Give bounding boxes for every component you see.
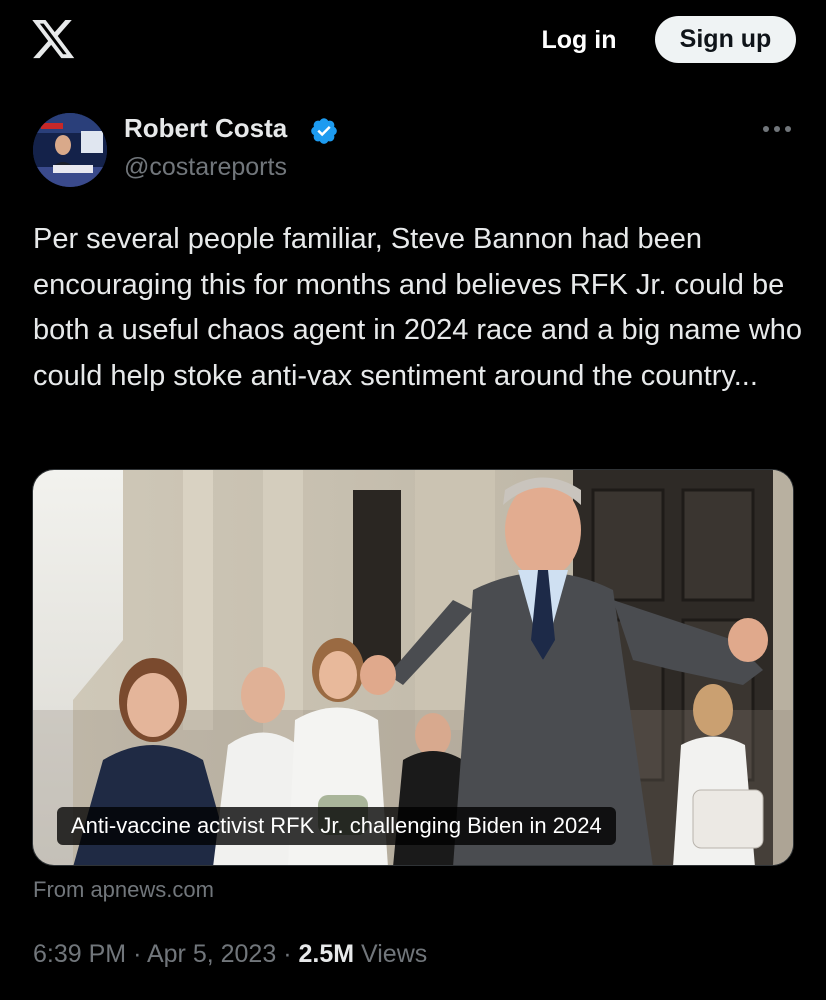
signup-button[interactable]: Sign up [655, 16, 796, 63]
author-name[interactable]: Robert Costa [124, 113, 287, 144]
card-caption: Anti-vaccine activist RFK Jr. challengin… [57, 807, 616, 845]
top-bar: Log in Sign up [0, 0, 826, 80]
verified-badge-icon [311, 118, 337, 144]
author-avatar[interactable] [33, 113, 107, 187]
avatar-image [33, 113, 107, 187]
tweet-meta: 6:39 PM · Apr 5, 2023 · 2.5M Views [33, 940, 427, 969]
card-source[interactable]: From apnews.com [33, 877, 214, 903]
more-options-icon[interactable] [757, 114, 797, 144]
author-handle[interactable]: @costareports [124, 153, 287, 182]
tweet-time[interactable]: 6:39 PM [33, 940, 126, 968]
login-button[interactable]: Log in [530, 22, 628, 58]
tweet-text: Per several people familiar, Steve Banno… [33, 223, 803, 392]
meta-separator: · [133, 940, 142, 968]
views-count: 2.5M [298, 940, 355, 968]
tweet-date[interactable]: Apr 5, 2023 [147, 940, 276, 968]
views-label: Views [361, 940, 428, 968]
x-logo-icon[interactable] [32, 20, 76, 60]
meta-separator: · [283, 940, 292, 968]
